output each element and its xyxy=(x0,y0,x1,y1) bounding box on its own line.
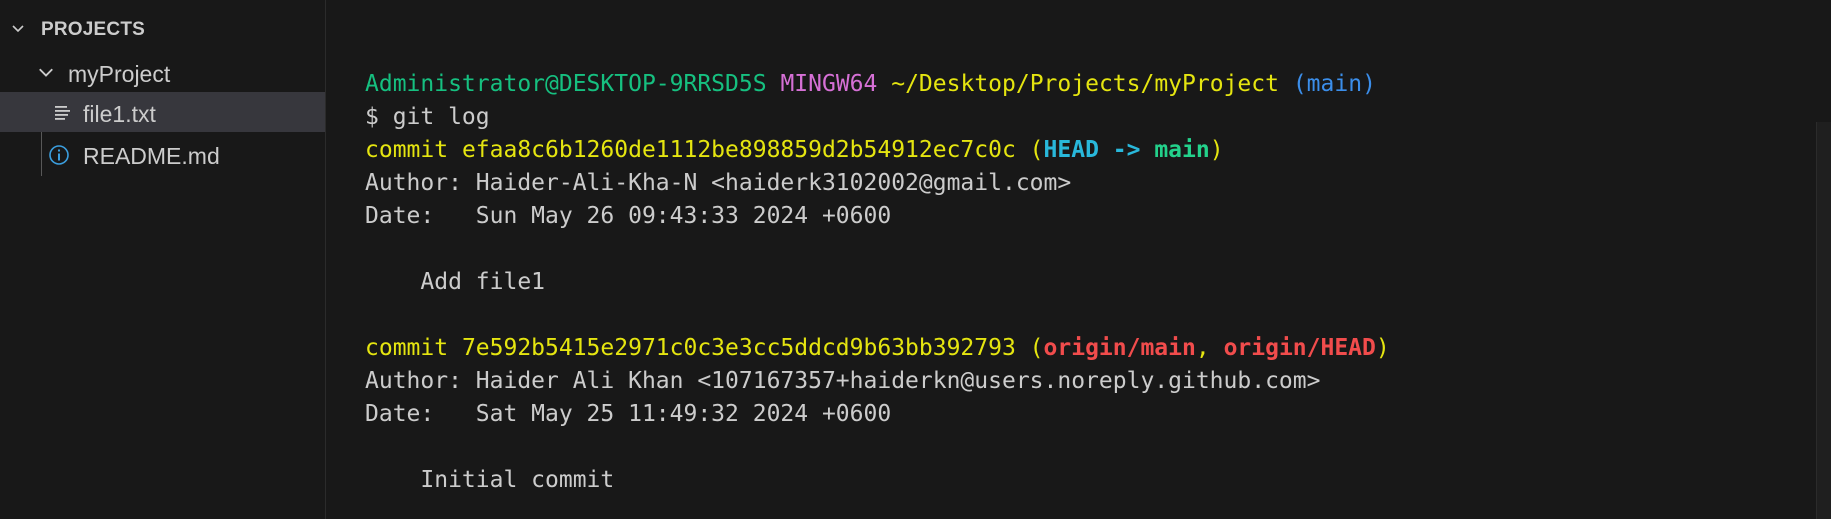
commit-line: commit 7e592b5415e2971c0c3e3cc5ddcd9b63b… xyxy=(365,332,1390,364)
author-line: Author: Haider Ali Khan <107167357+haide… xyxy=(365,368,1321,394)
file-label: file1.txt xyxy=(83,101,156,127)
command-line: $ git log xyxy=(365,104,490,130)
commit-message: Initial commit xyxy=(365,467,615,493)
commit-prefix: commit xyxy=(365,137,462,163)
commit-hash: efaa8c6b1260de1112be898859d2b54912ec7c0c xyxy=(461,137,1016,163)
chevron-down-icon xyxy=(12,25,24,33)
terminal-scrollbar[interactable] xyxy=(1816,122,1831,519)
explorer-sidebar: PROJECTS myProject file1.txt README.md xyxy=(0,0,326,519)
text-file-icon xyxy=(55,106,70,120)
prompt-shell: MINGW64 xyxy=(780,71,878,97)
section-title: PROJECTS xyxy=(41,19,146,40)
ref-separator: , xyxy=(1195,335,1224,361)
ref-origin-main: origin/main xyxy=(1043,335,1196,361)
commit-message: Add file1 xyxy=(365,269,546,295)
prompt-path: ~/Desktop/Projects/myProject xyxy=(891,71,1279,97)
folder-myproject[interactable]: myProject xyxy=(0,52,325,92)
prompt-branch: (main) xyxy=(1292,71,1376,97)
prompt-line: Administrator@DESKTOP-9RRSD5S MINGW64 ~/… xyxy=(365,68,1376,100)
date-line: Date: Sun May 26 09:43:33 2024 +0600 xyxy=(365,203,892,229)
vscode-window: PROJECTS myProject file1.txt README.md A… xyxy=(0,0,1831,519)
folder-label: myProject xyxy=(68,61,171,87)
author-line: Author: Haider-Ali-Kha-N <haiderk3102002… xyxy=(365,170,1072,196)
ref-main: main xyxy=(1154,137,1210,163)
ref-open: ( xyxy=(1015,335,1044,361)
prompt-user-host: Administrator@DESKTOP-9RRSD5S xyxy=(365,71,767,97)
ref-close: ) xyxy=(1375,335,1390,361)
file-label: README.md xyxy=(83,143,220,169)
ref-origin-head: origin/HEAD xyxy=(1223,335,1376,361)
ref-head: HEAD -> xyxy=(1043,137,1155,163)
commit-hash: 7e592b5415e2971c0c3e3cc5ddcd9b63bb392793 xyxy=(461,335,1016,361)
commit-prefix: commit xyxy=(365,335,462,361)
projects-section-header[interactable]: PROJECTS xyxy=(0,12,325,46)
commit-line: commit efaa8c6b1260de1112be898859d2b5491… xyxy=(365,134,1224,166)
file-item-file1[interactable]: file1.txt xyxy=(0,92,325,132)
chevron-down-icon xyxy=(39,68,53,77)
file-item-readme[interactable]: README.md xyxy=(0,134,325,174)
date-line: Date: Sat May 25 11:49:32 2024 +0600 xyxy=(365,401,892,427)
terminal-panel[interactable]: Administrator@DESKTOP-9RRSD5S MINGW64 ~/… xyxy=(326,0,1831,519)
ref-open: ( xyxy=(1015,137,1044,163)
info-icon xyxy=(49,145,69,165)
ref-close: ) xyxy=(1209,137,1224,163)
